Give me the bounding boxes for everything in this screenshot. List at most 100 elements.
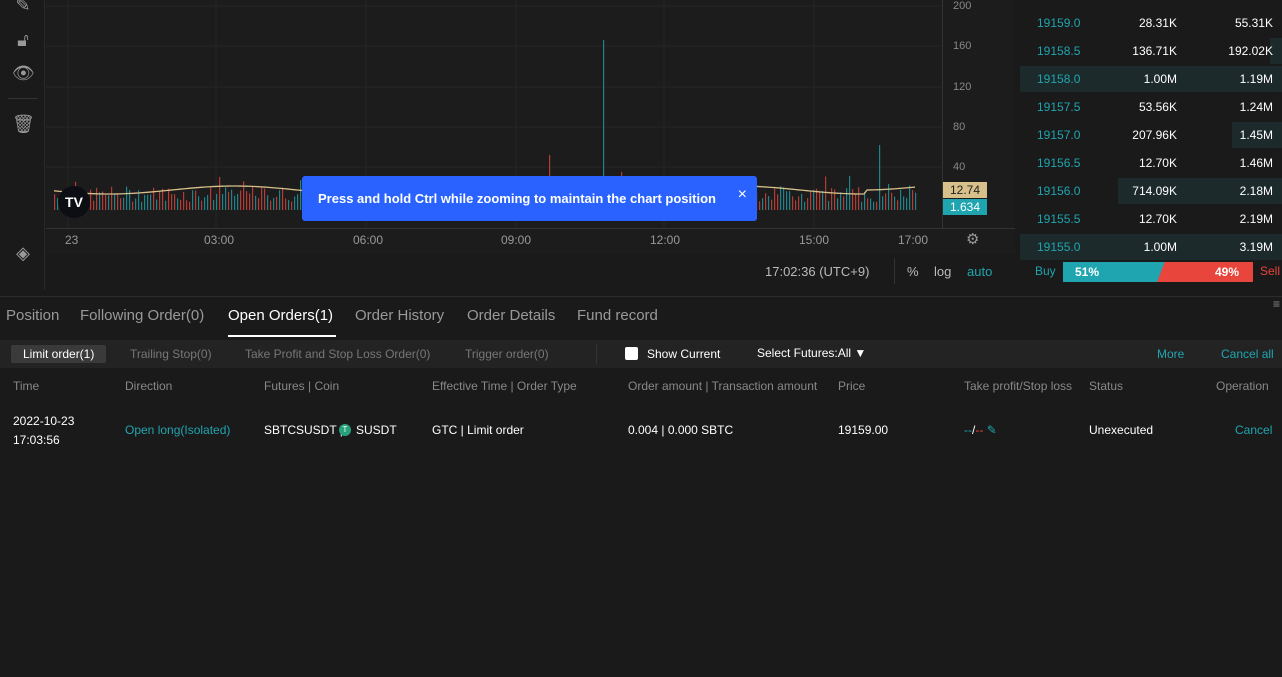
- volume-bar: [201, 200, 203, 210]
- time-tick: 12:00: [650, 233, 681, 247]
- tab-open-orders[interactable]: Open Orders(1): [228, 307, 333, 324]
- price-axis[interactable]: 200 160 120 80 40 12.74 1.634: [942, 0, 1015, 228]
- col-operation: Operation: [1216, 379, 1269, 393]
- tab-following-order[interactable]: Following Order(0): [80, 307, 204, 324]
- cancel-order-button[interactable]: Cancel: [1235, 423, 1272, 437]
- order-futures: SBTCSUSDT |: [264, 423, 343, 437]
- volume-bar: [888, 183, 890, 210]
- volume-bar: [192, 190, 194, 210]
- orderbook-row[interactable]: 19155.5 12.70K 2.19M: [1020, 206, 1282, 232]
- orderbook-row[interactable]: 19157.5 53.56K 1.24M: [1020, 94, 1282, 120]
- pencil-lock-icon[interactable]: ✎: [12, 0, 34, 16]
- volume-bar: [873, 201, 875, 210]
- volume-bar: [54, 194, 56, 210]
- volume-bar: [153, 187, 155, 210]
- volume-bar: [804, 201, 806, 210]
- volume-bar: [297, 194, 299, 210]
- menu-icon[interactable]: ≡: [1273, 297, 1280, 311]
- time-axis[interactable]: 23 03:00 06:00 09:00 12:00 15:00 17:00 ⚙: [46, 228, 1015, 254]
- order-price: 19159.00: [838, 423, 889, 437]
- cancel-all-link[interactable]: Cancel all: [1221, 347, 1274, 361]
- log-scale-button[interactable]: log: [934, 264, 951, 279]
- order-book: 19159.0 28.31K 55.31K 19158.5 136.71K 192.02K…: [1020, 0, 1282, 290]
- volume-bar: [819, 192, 821, 210]
- volume-bar: [114, 194, 116, 210]
- col-order-amount: Order amount | Transaction amount: [628, 379, 818, 393]
- volume-bar: [882, 196, 884, 210]
- buy-sell-ratio: Buy 51% 49% Sell: [1020, 262, 1282, 282]
- show-current-checkbox[interactable]: [625, 347, 638, 360]
- volume-bar: [120, 198, 122, 210]
- close-icon[interactable]: ×: [738, 172, 747, 217]
- volume-bar: [135, 198, 137, 210]
- subtab-tp-sl-order[interactable]: Take Profit and Stop Loss Order(0): [245, 345, 430, 363]
- volume-bar: [777, 194, 779, 210]
- orderbook-price: 19157.0: [1037, 128, 1081, 142]
- volume-bar: [237, 193, 239, 210]
- time-tick: 09:00: [501, 233, 532, 247]
- volume-bar: [141, 201, 143, 210]
- tab-fund-record[interactable]: Fund record: [577, 307, 658, 324]
- orderbook-quantity: 714.09K: [1132, 184, 1177, 198]
- tab-order-details[interactable]: Order Details: [467, 307, 555, 324]
- volume-bar: [189, 201, 191, 210]
- orderbook-price: 19156.0: [1037, 184, 1081, 198]
- take-profit-value: --: [964, 423, 972, 437]
- volume-bar: [849, 175, 851, 210]
- volume-bar: [861, 201, 863, 210]
- orderbook-row[interactable]: 19158.5 136.71K 192.02K: [1020, 38, 1282, 64]
- volume-bar: [810, 191, 812, 210]
- orders-tabs: Position Following Order(0) Open Orders(…: [0, 296, 1282, 338]
- tab-position[interactable]: Position: [6, 307, 59, 324]
- volume-bar: [915, 192, 917, 210]
- volume-bar: [828, 200, 830, 210]
- order-date: 2022-10-23: [13, 414, 75, 428]
- subtab-limit-order[interactable]: Limit order(1): [11, 345, 107, 363]
- col-tp-sl: Take profit/Stop loss: [964, 379, 1073, 393]
- orderbook-quantity: 207.96K: [1132, 128, 1177, 142]
- volume-bar: [885, 193, 887, 210]
- volume-bar: [240, 190, 242, 210]
- tp-sl-value: --/-- ✎: [964, 423, 997, 437]
- auto-scale-button[interactable]: auto: [967, 264, 992, 279]
- select-futures-dropdown[interactable]: Select Futures:All ▼: [757, 346, 866, 360]
- trash-icon[interactable]: 🗑︎: [12, 113, 35, 135]
- caret-down-icon: ▼: [854, 346, 867, 360]
- settings-gear-icon[interactable]: ⚙: [966, 230, 979, 248]
- tab-order-history[interactable]: Order History: [355, 307, 444, 324]
- volume-bar: [204, 197, 206, 210]
- orderbook-quantity: 136.71K: [1132, 44, 1177, 58]
- volume-bar: [285, 198, 287, 210]
- orderbook-row[interactable]: 19156.5 12.70K 1.46M: [1020, 150, 1282, 176]
- subtab-trailing-stop[interactable]: Trailing Stop(0): [130, 345, 212, 363]
- volume-bar: [789, 191, 791, 210]
- orderbook-total: 55.31K: [1234, 16, 1273, 30]
- order-coin: SUSDT: [356, 423, 397, 437]
- orderbook-row[interactable]: 19158.0 1.00M 1.19M: [1020, 66, 1282, 92]
- volume-bar: [144, 194, 146, 210]
- volume-bar: [858, 187, 860, 210]
- orderbook-row[interactable]: 19156.0 714.09K 2.18M: [1020, 178, 1282, 204]
- layers-icon[interactable]: ◈: [12, 242, 34, 264]
- orderbook-row[interactable]: 19155.0 1.00M 3.19M: [1020, 234, 1282, 260]
- orderbook-row[interactable]: 19159.0 28.31K 55.31K: [1020, 10, 1282, 36]
- volume-bar: [234, 195, 236, 210]
- volume-bar: [231, 189, 233, 210]
- percent-scale-button[interactable]: %: [907, 264, 919, 279]
- orderbook-total: 2.18M: [1239, 184, 1273, 198]
- more-link[interactable]: More: [1157, 347, 1184, 361]
- select-futures-value: Select Futures:All: [757, 346, 852, 360]
- volume-bar: [270, 200, 272, 210]
- volume-bar: [213, 200, 215, 210]
- orderbook-quantity: 12.70K: [1138, 212, 1177, 226]
- edit-pencil-icon[interactable]: ✎: [987, 423, 997, 437]
- volume-bar: [93, 200, 95, 210]
- volume-bar: [897, 200, 899, 210]
- subtab-trigger-order[interactable]: Trigger order(0): [465, 345, 549, 363]
- orderbook-row[interactable]: 19157.0 207.96K 1.45M: [1020, 122, 1282, 148]
- volume-bar: [903, 196, 905, 210]
- unlock-icon[interactable]: 🔓︎: [12, 29, 34, 51]
- volume-bar: [768, 196, 770, 210]
- volume-bar: [291, 201, 293, 210]
- eye-icon[interactable]: 👁︎: [12, 62, 35, 84]
